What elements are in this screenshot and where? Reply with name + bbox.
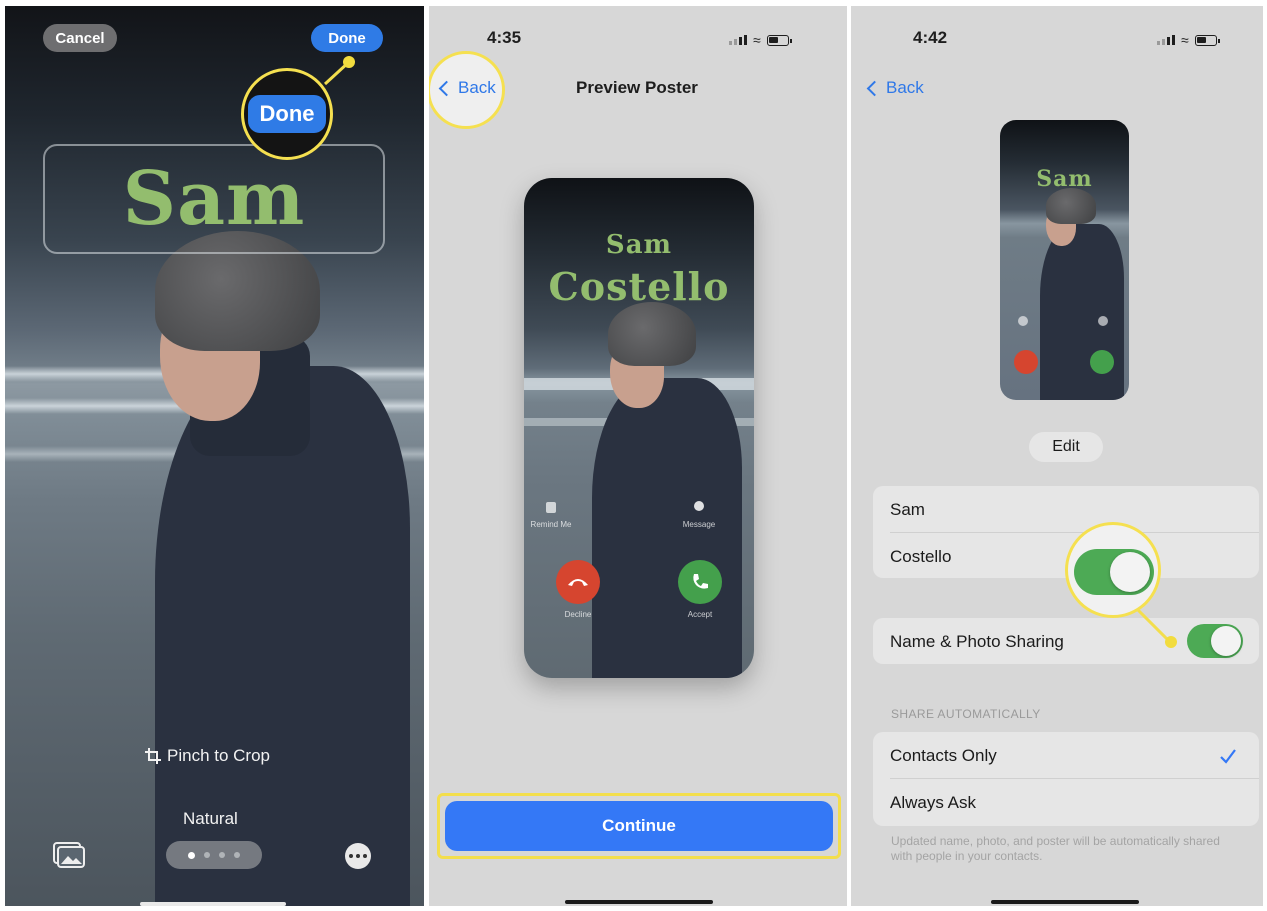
signal-icon [729, 35, 747, 45]
decline-button[interactable] [556, 560, 600, 604]
home-indicator [140, 902, 286, 906]
battery-icon [766, 34, 792, 46]
home-indicator [991, 900, 1139, 904]
checkmark-icon [1220, 749, 1236, 764]
pinch-label: Pinch to Crop [167, 746, 270, 765]
continue-highlight: Continue [437, 793, 841, 859]
poster-editor-panel: Cancel Done Sam Done Pinch to Crop Natur… [5, 6, 424, 906]
toggle-zoom [1074, 549, 1154, 595]
page-title: Preview Poster [576, 78, 698, 97]
poster-first-name: Sam [605, 230, 673, 260]
person-hat [608, 302, 696, 366]
phone-down-icon [568, 579, 588, 586]
phone-icon [693, 574, 708, 589]
remind-label: Remind Me [530, 520, 572, 529]
status-time: 4:35 [487, 28, 522, 47]
share-auto-header: SHARE AUTOMATICALLY [891, 707, 1041, 721]
chevron-left-icon [438, 80, 455, 96]
sharing-footer-note: Updated name, photo, and poster will be … [891, 834, 1220, 863]
callout-line [1136, 608, 1171, 643]
continue-button[interactable]: Continue [445, 801, 833, 851]
option-contacts-only[interactable]: Contacts Only [890, 746, 997, 766]
message-label: Message [682, 520, 716, 529]
alarm-icon [546, 502, 556, 513]
callout-dot [1165, 636, 1177, 648]
toggle-zoom-callout [1065, 522, 1161, 618]
divider [890, 778, 1259, 779]
accept-label: Accept [687, 610, 713, 619]
share-options-card: Contacts Only Always Ask [873, 732, 1259, 826]
message-icon [694, 501, 704, 511]
contact-poster-settings-panel: 4:42 ≈ Back Sam Edit Sam Costello Name &… [851, 6, 1263, 906]
style-label: Natural [183, 809, 238, 828]
callout-line [323, 60, 351, 86]
wifi-icon: ≈ [753, 32, 761, 48]
poster-preview: Sam Costello Remind Me Message Decline A… [524, 178, 754, 678]
home-indicator [565, 900, 713, 904]
toggle-zoom-knob [1110, 552, 1150, 592]
preview-poster-panel: 4:35 ≈ Back Preview Poster Sam Costello … [429, 6, 847, 906]
back-label: Back [458, 78, 496, 97]
more-icon[interactable] [345, 843, 371, 869]
accept-button[interactable] [678, 560, 722, 604]
back-button[interactable]: Back [438, 78, 496, 98]
photo-library-icon[interactable] [53, 842, 85, 870]
done-zoom-label: Done [248, 95, 326, 133]
status-icons: ≈ [729, 32, 792, 48]
option-always-ask[interactable]: Always Ask [890, 793, 976, 813]
done-zoom-callout: Done [241, 68, 333, 160]
callout-dot [343, 56, 355, 68]
decline-label: Decline [564, 610, 592, 619]
pinch-hint: Pinch to Crop [145, 746, 270, 766]
style-page-dots[interactable] [166, 841, 262, 869]
crop-icon [145, 748, 161, 764]
